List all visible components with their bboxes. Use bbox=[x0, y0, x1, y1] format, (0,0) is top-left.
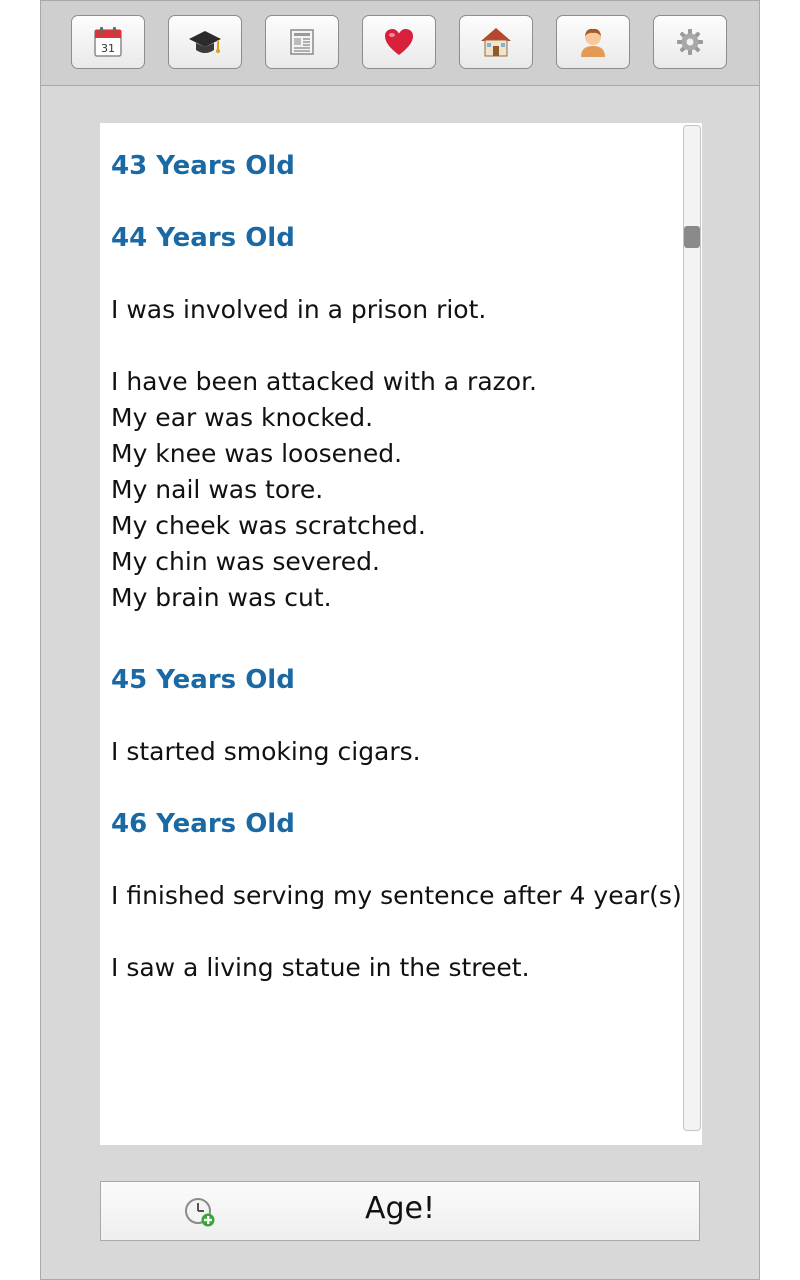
house-icon bbox=[481, 28, 511, 57]
scrollbar[interactable] bbox=[683, 125, 701, 1131]
age-heading: 44 Years Old bbox=[111, 223, 295, 253]
profile-button[interactable] bbox=[556, 15, 630, 69]
age-heading: 43 Years Old bbox=[111, 151, 295, 181]
settings-button[interactable] bbox=[653, 15, 727, 69]
event-line: My ear was knocked. bbox=[111, 403, 374, 432]
home-button[interactable] bbox=[459, 15, 533, 69]
event-line: I started smoking cigars. bbox=[111, 737, 421, 766]
life-log-panel[interactable]: 43 Years Old 44 Years Old I was involved… bbox=[100, 123, 702, 1145]
app-frame: 31 43 Years Old 44 Years Old I was invol… bbox=[40, 0, 760, 1280]
gear-icon bbox=[677, 29, 703, 55]
education-button[interactable] bbox=[168, 15, 242, 69]
age-button[interactable]: Age! bbox=[100, 1181, 700, 1241]
event-line: My cheek was scratched. bbox=[111, 511, 426, 540]
event-line: I was involved in a prison riot. bbox=[111, 295, 487, 324]
event-line: My brain was cut. bbox=[111, 583, 332, 612]
relationships-button[interactable] bbox=[362, 15, 436, 69]
newspaper-icon bbox=[290, 29, 314, 55]
event-line: My nail was tore. bbox=[111, 475, 324, 504]
heart-icon bbox=[385, 29, 413, 55]
event-line: I have been attacked with a razor. bbox=[111, 367, 538, 396]
age-heading: 45 Years Old bbox=[111, 665, 295, 695]
calendar-button[interactable]: 31 bbox=[71, 15, 145, 69]
person-icon bbox=[581, 28, 605, 57]
news-button[interactable] bbox=[265, 15, 339, 69]
age-button-label: Age! bbox=[364, 1191, 436, 1226]
graduation-cap-icon bbox=[189, 31, 221, 53]
life-log-text: 43 Years Old 44 Years Old I was involved… bbox=[111, 148, 690, 986]
event-line: I saw a living statue in the street. bbox=[111, 953, 530, 982]
event-line: My knee was loosened. bbox=[111, 439, 403, 468]
event-line: I finished serving my sentence after 4 y… bbox=[111, 881, 690, 910]
age-heading: 46 Years Old bbox=[111, 809, 295, 839]
event-line: My chin was severed. bbox=[111, 547, 380, 576]
scrollbar-thumb[interactable] bbox=[684, 226, 700, 248]
calendar-icon: 31 bbox=[94, 27, 122, 57]
toolbar: 31 bbox=[41, 1, 759, 86]
svg-text:31: 31 bbox=[101, 42, 115, 55]
